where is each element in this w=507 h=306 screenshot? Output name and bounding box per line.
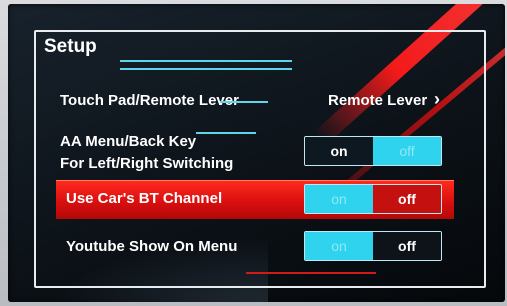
youtube-toggle[interactable]: on off [304, 231, 442, 261]
bt-channel-label: Use Car's BT Channel [66, 190, 223, 207]
toggle-on-option[interactable]: on [305, 185, 373, 213]
toggle-off-option[interactable]: off [373, 185, 441, 213]
page-title: Setup [44, 36, 97, 57]
label-underline [220, 101, 268, 103]
bt-channel-toggle[interactable]: on off [304, 184, 442, 214]
title-decor-line [120, 60, 292, 62]
title-decor-line [120, 68, 292, 70]
aa-menu-label-line2: For Left/Right Switching [60, 155, 234, 172]
toggle-off-option[interactable]: off [373, 232, 441, 260]
aa-menu-toggle[interactable]: on off [304, 136, 442, 166]
toggle-on-option[interactable]: on [305, 137, 373, 165]
toggle-off-option[interactable]: off [373, 137, 441, 165]
label-underline [196, 132, 256, 134]
youtube-label: Youtube Show On Menu [66, 238, 238, 255]
toggle-on-option[interactable]: on [305, 232, 373, 260]
touchpad-label: Touch Pad/Remote Lever [60, 92, 239, 109]
decorative-bottom-line [246, 272, 376, 274]
chevron-right-icon[interactable]: › [434, 89, 440, 110]
aa-menu-label-line1: AA Menu/Back Key [60, 133, 197, 150]
touchpad-value[interactable]: Remote Lever [328, 92, 427, 109]
